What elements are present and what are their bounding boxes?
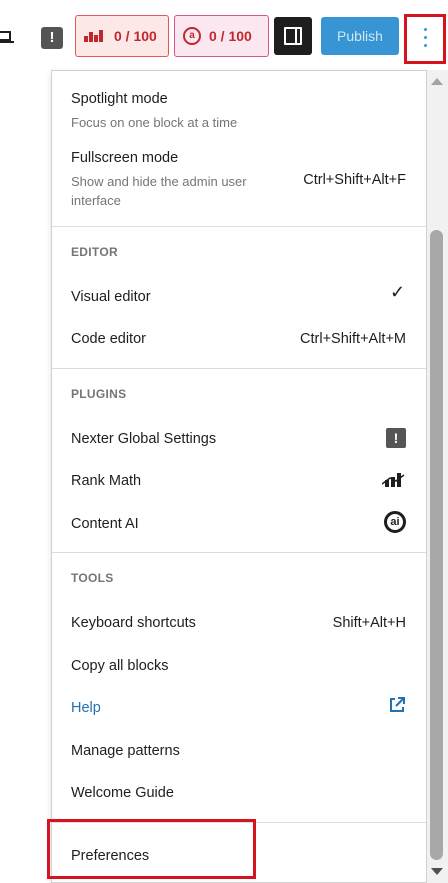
keyboard-shortcuts-shortcut: Shift+Alt+H	[332, 615, 406, 631]
nexter-settings-button[interactable]: !	[41, 27, 63, 49]
exclamation-icon: !	[49, 29, 55, 46]
nexter-global-settings-label: Nexter Global Settings	[71, 431, 217, 447]
fullscreen-shortcut: Ctrl+Shift+Alt+F	[303, 172, 406, 188]
spotlight-mode-description: Focus on one block at a time	[71, 115, 238, 130]
rank-math-score: 0 / 100	[114, 28, 157, 44]
sidebar-icon	[284, 27, 302, 45]
settings-sidebar-toggle[interactable]	[274, 17, 312, 55]
rank-math-icon	[382, 473, 405, 487]
fullscreen-mode-label: Fullscreen mode	[71, 150, 179, 166]
fullscreen-mode-item[interactable]: Fullscreen mode Show and hide the admin …	[71, 150, 406, 210]
menu-scrollbar[interactable]	[427, 70, 448, 883]
menu-divider	[52, 368, 426, 369]
editor-toolbar: ! 0 / 100 a 0 / 100 Publish	[0, 0, 448, 75]
rank-math-item[interactable]: Rank Math	[71, 473, 406, 489]
manage-patterns-item[interactable]: Manage patterns	[71, 743, 406, 759]
tools-section-heading: TOOLS	[71, 571, 114, 585]
help-label: Help	[71, 700, 101, 716]
code-editor-label: Code editor	[71, 331, 146, 347]
options-menu-button[interactable]	[404, 14, 446, 64]
fullscreen-mode-description: Show and hide the admin user interface	[71, 174, 247, 208]
desktop-preview-icon[interactable]	[0, 28, 14, 44]
options-dropdown-menu: Spotlight mode Focus on one block at a t…	[51, 70, 427, 883]
content-ai-item[interactable]: Content AI ai	[71, 511, 406, 533]
spotlight-mode-label: Spotlight mode	[71, 91, 168, 107]
content-ai-icon: ai	[384, 511, 406, 533]
scroll-down-arrow-icon[interactable]	[431, 868, 443, 875]
content-ai-score: 0 / 100	[209, 28, 252, 44]
rank-math-score-button[interactable]: 0 / 100	[75, 15, 169, 57]
copy-all-blocks-label: Copy all blocks	[71, 658, 169, 674]
content-ai-icon: a	[183, 27, 201, 45]
help-item[interactable]: Help	[71, 697, 406, 716]
manage-patterns-label: Manage patterns	[71, 743, 180, 759]
spotlight-mode-item[interactable]: Spotlight mode Focus on one block at a t…	[71, 91, 406, 132]
copy-all-blocks-item[interactable]: Copy all blocks	[71, 658, 406, 674]
scroll-thumb[interactable]	[430, 230, 443, 860]
visual-editor-item[interactable]: Visual editor ✓	[71, 283, 406, 305]
menu-divider	[52, 226, 426, 227]
external-link-icon	[390, 697, 405, 712]
check-icon: ✓	[390, 282, 406, 302]
plugins-section-heading: PLUGINS	[71, 387, 127, 401]
code-editor-item[interactable]: Code editor Ctrl+Shift+Alt+M	[71, 331, 406, 347]
welcome-guide-item[interactable]: Welcome Guide	[71, 785, 406, 801]
welcome-guide-label: Welcome Guide	[71, 785, 174, 801]
preferences-highlight	[47, 819, 256, 879]
editor-section-heading: EDITOR	[71, 245, 118, 259]
keyboard-shortcuts-label: Keyboard shortcuts	[71, 615, 196, 631]
scroll-up-arrow-icon[interactable]	[431, 78, 443, 85]
publish-button[interactable]: Publish	[321, 17, 399, 55]
nexter-icon: !	[386, 428, 406, 448]
content-ai-score-button[interactable]: a 0 / 100	[174, 15, 269, 57]
keyboard-shortcuts-item[interactable]: Keyboard shortcuts Shift+Alt+H	[71, 615, 406, 631]
code-editor-shortcut: Ctrl+Shift+Alt+M	[300, 331, 406, 347]
nexter-global-settings-item[interactable]: Nexter Global Settings !	[71, 428, 406, 448]
more-vertical-icon	[424, 28, 427, 50]
rank-math-icon	[84, 28, 106, 44]
visual-editor-label: Visual editor	[71, 289, 151, 305]
menu-divider	[52, 552, 426, 553]
content-ai-label: Content AI	[71, 516, 139, 532]
rank-math-label: Rank Math	[71, 473, 142, 489]
